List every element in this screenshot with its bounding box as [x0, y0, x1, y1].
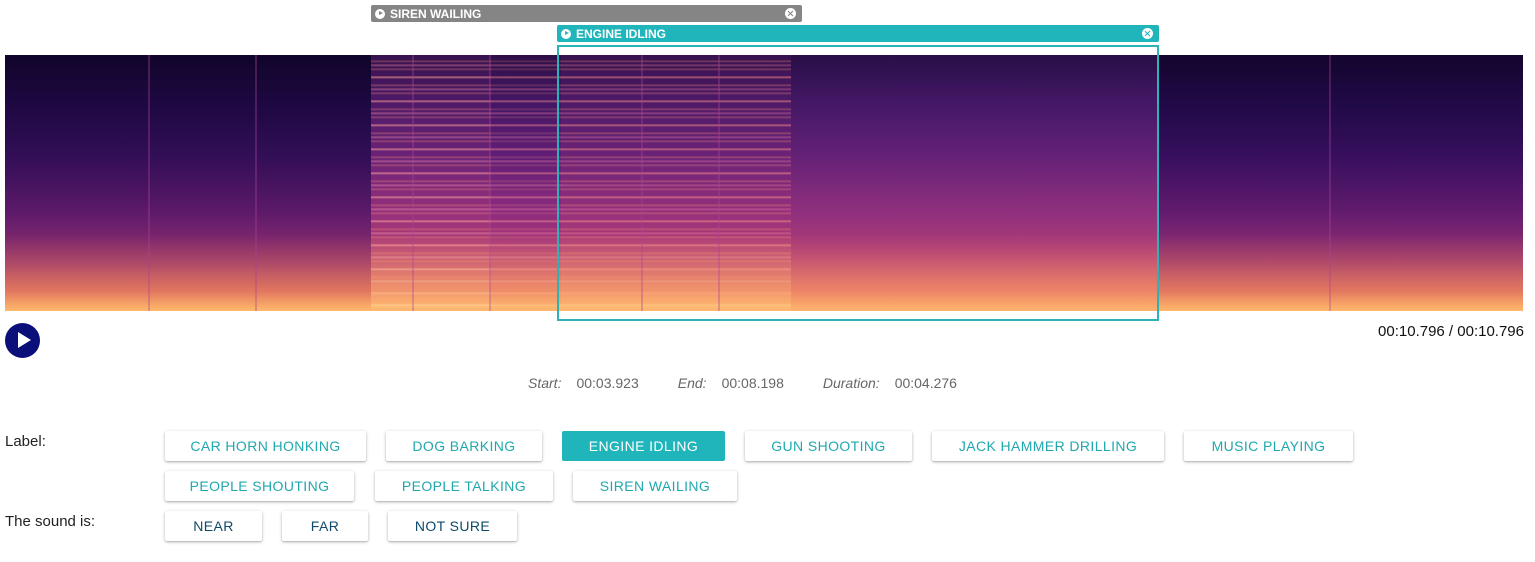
region-label: SIREN WAILING	[390, 6, 482, 21]
label-button-people-shouting[interactable]: PEOPLE SHOUTING	[165, 471, 354, 501]
label-button-car-horn-honking[interactable]: CAR HORN HONKING	[165, 431, 366, 461]
play-button[interactable]	[5, 323, 40, 358]
end-label: End:	[677, 375, 707, 391]
end-value: 00:08.198	[721, 375, 784, 391]
label-button-jack-hammer-drilling[interactable]: JACK HAMMER DRILLING	[932, 431, 1164, 461]
label-button-people-talking[interactable]: PEOPLE TALKING	[375, 471, 553, 501]
spectrogram-line	[489, 55, 491, 311]
spectrogram-line	[255, 55, 257, 311]
spectrogram-line	[1329, 55, 1331, 311]
start-value: 00:03.923	[576, 375, 639, 391]
label-button-music-playing[interactable]: MUSIC PLAYING	[1184, 431, 1353, 461]
region-label: ENGINE IDLING	[576, 26, 667, 41]
label-button-gun-shooting[interactable]: GUN SHOOTING	[745, 431, 912, 461]
region-selection-box[interactable]	[557, 45, 1159, 321]
duration-value: 00:04.276	[894, 375, 957, 391]
selection-info: Start: 00:03.923 End: 00:08.198 Duration…	[528, 375, 996, 391]
proximity-button-near[interactable]: NEAR	[165, 511, 262, 541]
region-tag-engine-idling[interactable]: ENGINE IDLING	[557, 25, 1159, 42]
spectrogram-line	[148, 55, 150, 311]
region-play-icon[interactable]	[375, 8, 385, 19]
region-play-icon[interactable]	[561, 28, 571, 39]
label-button-engine-idling[interactable]: ENGINE IDLING	[562, 431, 725, 461]
duration-label: Duration:	[822, 375, 880, 391]
label-button-siren-wailing[interactable]: SIREN WAILING	[573, 471, 737, 501]
region-tag-siren-wailing[interactable]: SIREN WAILING	[371, 5, 802, 22]
proximity-heading: The sound is:	[5, 513, 96, 530]
spectrogram-segment	[491, 55, 561, 311]
proximity-button-not-sure[interactable]: NOT SURE	[388, 511, 517, 541]
start-label: Start:	[528, 375, 562, 391]
spectrogram-segment	[5, 55, 371, 311]
time-readout: 00:10.796 / 00:10.796	[1378, 323, 1524, 340]
spectrogram-line	[412, 55, 414, 311]
region-close-icon[interactable]	[785, 8, 796, 19]
region-close-icon[interactable]	[1142, 28, 1153, 39]
spectrogram-segment	[1157, 55, 1523, 311]
label-heading: Label:	[5, 433, 46, 450]
label-button-dog-barking[interactable]: DOG BARKING	[386, 431, 542, 461]
proximity-button-far[interactable]: FAR	[282, 511, 368, 541]
